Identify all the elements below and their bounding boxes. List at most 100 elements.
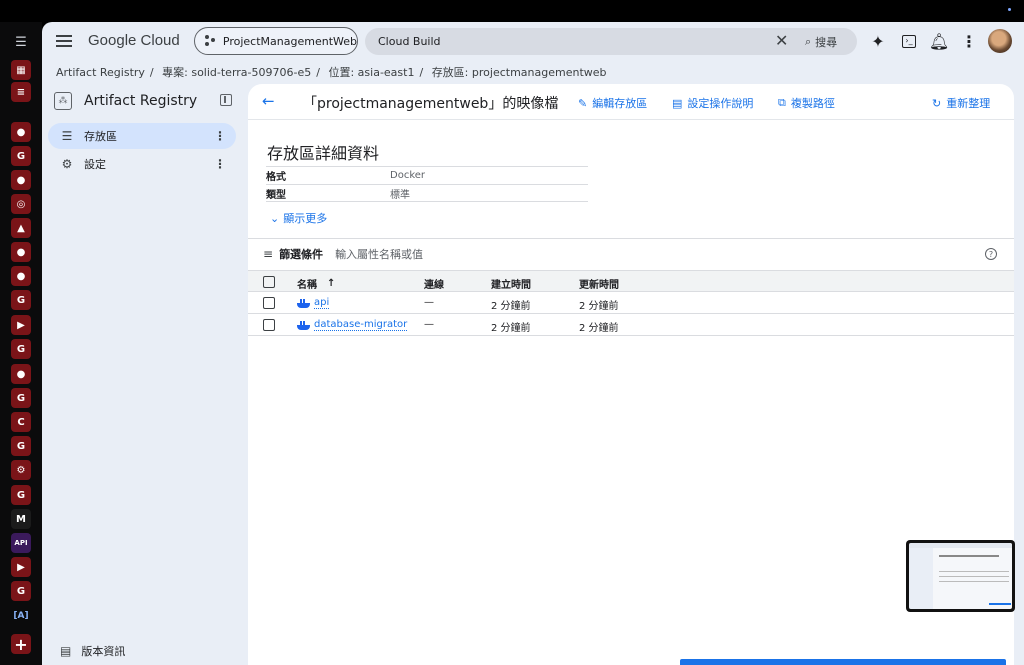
status-dot (1008, 8, 1011, 11)
google-icon[interactable]: G (11, 146, 31, 166)
updated-cell: 2 分鐘前 (579, 301, 619, 312)
image-link[interactable]: database-migrator (314, 319, 408, 331)
filter-icon: ≡ (263, 246, 274, 261)
image-name-cell: database-migrator (297, 319, 408, 331)
select-all-checkbox[interactable] (263, 276, 275, 288)
column-header-updated[interactable]: 更新時間 (579, 276, 619, 291)
globe-icon[interactable]: ◎ (11, 194, 31, 214)
c-app-icon[interactable]: C (11, 412, 31, 432)
api-icon[interactable]: API (11, 533, 31, 553)
edit-repository-button[interactable]: ✎ 編輯存放區 (578, 95, 647, 111)
column-header-name[interactable]: 名稱 ↑ (297, 276, 335, 291)
main-menu-icon[interactable] (55, 32, 73, 50)
product-title: ⁂ Artifact Registry (54, 92, 197, 110)
created-cell: 2 分鐘前 (491, 323, 531, 334)
edit-repository-label: 編輯存放區 (592, 97, 648, 110)
github-icon[interactable]: ● (11, 266, 31, 286)
back-arrow-icon[interactable]: ← (262, 92, 275, 110)
github-icon[interactable]: ● (11, 364, 31, 384)
project-icon (205, 35, 215, 47)
bottom-panel-bar[interactable] (680, 659, 1006, 665)
collapse-sidebar-icon[interactable] (220, 94, 232, 106)
chevron-down-icon: ⌄ (270, 211, 280, 225)
sidebar-toggle-icon[interactable]: ☰ (11, 32, 31, 52)
search-value: Cloud Build (378, 35, 441, 48)
more-options-icon[interactable]: ⋮ (959, 31, 979, 51)
sidebar-item-label: 設定 (84, 158, 106, 171)
column-header-created[interactable]: 建立時間 (491, 276, 531, 291)
close-icon[interactable]: ✕ (775, 31, 788, 50)
screenshot-thumbnail[interactable] (906, 540, 1015, 612)
breadcrumb-item[interactable]: 專案: solid-terra-509706-e5 (162, 66, 311, 79)
refresh-label: 重新整理 (946, 97, 991, 110)
notifications-icon[interactable]: 🔔︎ (929, 31, 949, 51)
avatar[interactable] (988, 29, 1012, 53)
refresh-button[interactable]: ↻ 重新整理 (932, 95, 990, 111)
copy-path-button[interactable]: ⧉ 複製路徑 (778, 95, 835, 111)
project-picker[interactable]: ProjectManagementWeb (194, 27, 358, 55)
github-icon[interactable]: ● (11, 170, 31, 190)
grid-icon[interactable]: ▦ (11, 60, 31, 80)
sidebar-item-repositories[interactable]: ☰ 存放區 ⋮ (48, 123, 236, 149)
settings-icon[interactable]: ⚙ (11, 460, 31, 480)
google-icon[interactable]: G (11, 581, 31, 601)
sidebar-item-settings[interactable]: ⚙ 設定 ⋮ (48, 151, 236, 177)
terminal-icon[interactable]: ›_ (899, 31, 919, 51)
connection-cell: — (424, 297, 434, 308)
thumbnail-preview (909, 543, 1012, 609)
release-notes-icon: ▤ (60, 644, 72, 658)
gemini-icon[interactable]: ✦ (868, 31, 888, 51)
github-icon[interactable]: ● (11, 242, 31, 262)
search-tabs-icon[interactable]: ≡ (11, 82, 31, 102)
google-icon[interactable]: G (11, 339, 31, 359)
row-checkbox[interactable] (263, 297, 275, 309)
docker-icon (297, 320, 310, 330)
search-button-label: 搜尋 (815, 36, 838, 49)
youtube-icon[interactable]: ▶ (11, 315, 31, 335)
table-row: api — 2 分鐘前 2 分鐘前 (248, 292, 1014, 314)
filter-bar[interactable]: ≡ 篩選條件 輸入屬性名稱或值 ? (248, 238, 1014, 268)
sort-arrow-up-icon[interactable]: ↑ (327, 278, 335, 289)
breadcrumb-item[interactable]: 存放區: projectmanagementweb (432, 66, 607, 79)
g-app-icon[interactable]: G (11, 388, 31, 408)
google-icon[interactable]: G (11, 290, 31, 310)
help-icon[interactable]: ? (985, 248, 997, 260)
github-icon[interactable]: ● (11, 122, 31, 142)
search-icon: ⌕ (805, 35, 812, 48)
detail-key: 類型 (266, 189, 286, 201)
sidebar: ⁂ Artifact Registry ☰ 存放區 ⋮ ⚙ 設定 ⋮ ▤ 版本資… (42, 82, 248, 665)
table-header-row: 名稱 ↑ 連線 建立時間 更新時間 (248, 270, 1014, 292)
gear-icon: ⚙ (61, 157, 73, 171)
setup-instructions-button[interactable]: ▤ 設定操作說明 (672, 95, 753, 111)
connection-cell: — (424, 319, 434, 330)
medium-icon[interactable]: M (11, 509, 31, 529)
breadcrumb-item[interactable]: 位置: asia-east1 (328, 66, 414, 79)
detail-value: Docker (390, 170, 426, 181)
brackets-icon[interactable]: [A] (11, 606, 31, 626)
filter-label: 篩選條件 (279, 247, 324, 261)
row-checkbox[interactable] (263, 319, 275, 331)
show-more-label: 顯示更多 (283, 212, 328, 225)
add-icon[interactable]: + (11, 634, 31, 654)
details-title: 存放區詳細資料 (267, 144, 380, 163)
search-button[interactable]: ⌕ 搜尋 (805, 34, 837, 50)
more-options-icon[interactable]: ⋮ (214, 157, 226, 171)
image-link[interactable]: api (314, 297, 330, 309)
brand-logo[interactable]: Google Cloud (88, 32, 180, 49)
more-options-icon[interactable]: ⋮ (214, 129, 226, 143)
filter-input[interactable]: 輸入屬性名稱或值 (335, 246, 423, 262)
drive-icon[interactable]: ▲ (11, 218, 31, 238)
g-app-icon[interactable]: G (11, 436, 31, 456)
images-table: 名稱 ↑ 連線 建立時間 更新時間 api — 2 分鐘前 2 分鐘前 data… (248, 270, 1014, 336)
google-icon[interactable]: G (11, 485, 31, 505)
release-notes-link[interactable]: ▤ 版本資訊 (60, 643, 125, 659)
main-content: ← 「projectmanagementweb」的映像檔 ✎ 編輯存放區 ▤ 設… (248, 84, 1014, 665)
setup-instructions-label: 設定操作說明 (687, 97, 754, 110)
search-input[interactable]: Cloud Build ✕ ⌕ 搜尋 (365, 28, 857, 55)
show-more-button[interactable]: ⌄ 顯示更多 (270, 210, 327, 226)
table-row: database-migrator — 2 分鐘前 2 分鐘前 (248, 314, 1014, 336)
breadcrumb-item[interactable]: Artifact Registry (56, 66, 145, 79)
column-header-connection[interactable]: 連線 (424, 276, 444, 291)
copy-path-label: 複製路徑 (790, 97, 835, 110)
youtube-icon[interactable]: ▶ (11, 557, 31, 577)
